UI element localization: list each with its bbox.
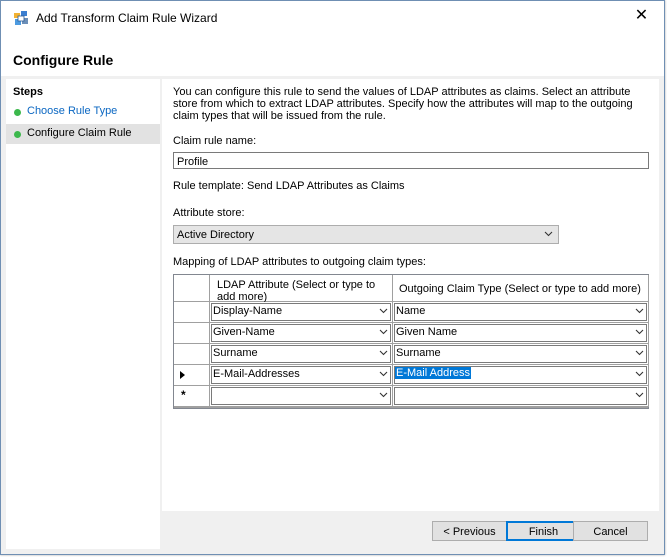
ldap-attribute-value: Given-Name <box>213 326 275 338</box>
attribute-store-select[interactable]: Active Directory <box>173 225 559 244</box>
claim-type-combobox[interactable] <box>394 303 647 321</box>
ldap-attribute-value: E-Mail-Addresses <box>213 368 300 380</box>
table-row[interactable]: Display-Name Name <box>174 302 649 323</box>
claim-rule-name-label: Claim rule name: <box>173 135 257 147</box>
claim-type-cell[interactable]: Given Name <box>393 323 649 344</box>
grid-corner-header[interactable] <box>174 275 210 302</box>
cancel-button[interactable]: Cancel <box>573 521 648 541</box>
wizard-window: Add Transform Claim Rule Wizard ✕ Config… <box>0 0 665 555</box>
column-header-outgoing-claim-type[interactable]: Outgoing Claim Type (Select or type to a… <box>393 275 649 302</box>
table-row-new[interactable]: * <box>174 386 649 407</box>
chevron-down-icon[interactable] <box>635 306 644 316</box>
step-configure-claim-rule: Configure Claim Rule <box>6 124 160 144</box>
ldap-attribute-combobox[interactable] <box>211 387 391 405</box>
steps-heading: Steps <box>13 86 43 98</box>
chevron-down-icon[interactable] <box>635 327 644 337</box>
table-row[interactable]: Surname Surname <box>174 344 649 365</box>
table-row-current[interactable]: E-Mail-Addresses E-Mail Address <box>174 365 649 386</box>
claim-type-cell[interactable]: Name <box>393 302 649 323</box>
steps-panel: Steps Choose Rule Type Configure Claim R… <box>6 79 160 549</box>
wizard-body: Steps Choose Rule Type Configure Claim R… <box>1 76 664 554</box>
attribute-store-label: Attribute store: <box>173 207 245 219</box>
ldap-attribute-cell[interactable]: E-Mail-Addresses <box>210 365 393 386</box>
claim-rule-name-input[interactable] <box>173 152 649 169</box>
column-header-ldap-attribute[interactable]: LDAP Attribute (Select or type to add mo… <box>210 275 393 303</box>
step-label[interactable]: Choose Rule Type <box>27 105 117 117</box>
chevron-down-icon[interactable] <box>379 306 388 316</box>
window-title: Add Transform Claim Rule Wizard <box>36 11 218 25</box>
claim-type-value: Surname <box>396 347 441 359</box>
ldap-attribute-cell[interactable]: Surname <box>210 344 393 365</box>
finish-button[interactable]: Finish <box>506 521 581 541</box>
wizard-footer: < Previous Finish Cancel <box>162 513 659 549</box>
chevron-down-icon <box>544 231 553 237</box>
mapping-label: Mapping of LDAP attributes to outgoing c… <box>173 256 426 268</box>
row-header[interactable] <box>174 302 210 323</box>
configure-rule-content: You can configure this rule to send the … <box>162 79 659 511</box>
attribute-store-value: Active Directory <box>177 229 255 241</box>
wizard-app-icon <box>14 11 28 25</box>
step-choose-rule-type[interactable]: Choose Rule Type <box>6 102 160 122</box>
chevron-down-icon[interactable] <box>379 348 388 358</box>
claim-type-combobox[interactable] <box>394 387 647 405</box>
close-icon: ✕ <box>634 7 649 24</box>
claim-type-value: Name <box>396 305 426 317</box>
chevron-down-icon[interactable] <box>635 369 644 379</box>
chevron-down-icon[interactable] <box>379 369 388 379</box>
attribute-mapping-grid: LDAP Attribute (Select or type to add mo… <box>173 274 649 409</box>
title-bar: Add Transform Claim Rule Wizard ✕ <box>1 1 664 32</box>
page-title: Configure Rule <box>13 52 114 68</box>
rule-description: You can configure this rule to send the … <box>173 86 633 122</box>
close-button[interactable]: ✕ <box>619 1 664 32</box>
row-header[interactable]: * <box>174 386 210 407</box>
step-status-dot-icon <box>14 109 21 116</box>
rule-template-text: Rule template: Send LDAP Attributes as C… <box>173 180 405 192</box>
row-header[interactable] <box>174 323 210 344</box>
wizard-header: Configure Rule <box>1 32 664 76</box>
claim-type-cell[interactable]: E-Mail Address <box>393 365 649 386</box>
row-header[interactable] <box>174 365 210 386</box>
ldap-attribute-cell[interactable]: Given-Name <box>210 323 393 344</box>
chevron-down-icon[interactable] <box>635 348 644 358</box>
claim-type-cell[interactable] <box>393 386 649 407</box>
step-label: Configure Claim Rule <box>27 127 132 139</box>
new-row-icon: * <box>181 388 186 402</box>
ldap-attribute-value: Display-Name <box>213 305 283 317</box>
previous-button[interactable]: < Previous <box>432 521 507 541</box>
row-header[interactable] <box>174 344 210 365</box>
ldap-attribute-cell[interactable]: Display-Name <box>210 302 393 323</box>
table-row[interactable]: Given-Name Given Name <box>174 323 649 344</box>
step-status-dot-icon <box>14 131 21 138</box>
ldap-attribute-cell[interactable] <box>210 386 393 407</box>
chevron-down-icon[interactable] <box>379 327 388 337</box>
chevron-down-icon[interactable] <box>379 390 388 400</box>
row-pointer-icon <box>180 371 185 379</box>
chevron-down-icon[interactable] <box>635 390 644 400</box>
claim-type-cell[interactable]: Surname <box>393 344 649 365</box>
claim-type-value-selected[interactable]: E-Mail Address <box>395 367 471 379</box>
ldap-attribute-value: Surname <box>213 347 258 359</box>
claim-type-value: Given Name <box>396 326 458 338</box>
